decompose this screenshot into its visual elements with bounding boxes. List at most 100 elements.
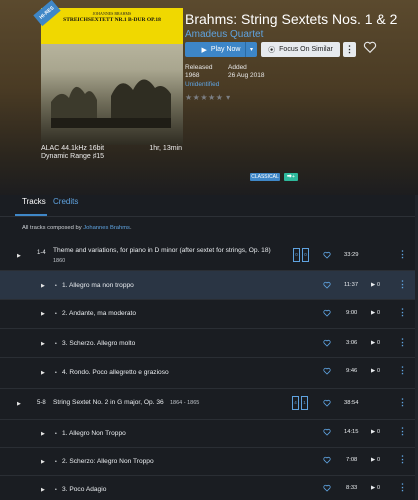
heart-icon[interactable] (323, 484, 331, 492)
play-work-icon[interactable]: ▶ (17, 401, 21, 407)
play-options-chevron-icon[interactable]: ▾ (245, 42, 257, 57)
work-duration: 33:29 (344, 252, 359, 258)
rating-stars[interactable]: ★★★★★ ▾ (185, 93, 231, 102)
track-bullet: • (55, 459, 57, 465)
heart-icon[interactable] (323, 281, 331, 289)
focus-on-similar-label: Focus On Similar (279, 46, 333, 53)
added-value: 26 Aug 2018 (228, 72, 265, 79)
play-track-icon[interactable]: ▶ (41, 459, 45, 465)
album-duration: 1hr, 13min (149, 145, 182, 152)
track-row[interactable]: ▶ • 1. Allegro ma non troppo 11:37 ▶ 0 ⋮ (0, 271, 418, 299)
work-title: String Sextet No. 2 in G major, Op. 36 (53, 399, 164, 406)
track-menu-icon[interactable]: ⋮ (398, 482, 407, 493)
tab-divider (0, 216, 418, 217)
track-duration: 14:15 (344, 429, 359, 435)
track-menu-icon[interactable]: ⋮ (398, 279, 407, 290)
favorite-heart-icon[interactable] (363, 40, 377, 54)
play-count: 0 (377, 485, 381, 491)
work-menu-icon[interactable]: ⋮ (398, 249, 407, 260)
play-now-button[interactable]: ▶ Play Now ▾ (185, 42, 257, 57)
album-cover[interactable]: JOHANNES BRAHMS STREICHSEXTETT NR.1 B-DU… (41, 8, 183, 145)
tab-credits[interactable]: Credits (53, 197, 78, 206)
cover-composer: JOHANNES BRAHMS (92, 11, 132, 16)
play-track-icon[interactable]: ▶ (41, 341, 45, 347)
play-count-icon: ▶ (371, 310, 376, 316)
track-row[interactable]: ▶ • 3. Poco Adagio 8:33 ▶ 0 ⋮ (0, 476, 418, 500)
play-now-label: Play Now (210, 46, 241, 53)
more-options-button[interactable]: ⋮ (343, 42, 356, 57)
play-track-icon[interactable]: ▶ (41, 370, 45, 376)
track-title: 1. Allegro ma non troppo (62, 282, 134, 289)
composer-note: All tracks composed by Johannes Brahms. (22, 225, 132, 231)
tab-tracks[interactable]: Tracks (22, 197, 46, 206)
track-bullet: • (55, 487, 57, 493)
focus-on-similar-button[interactable]: ⦿ Focus On Similar (261, 42, 340, 57)
work-row[interactable]: ▶ 1-4 Theme and variations, for piano in… (0, 241, 418, 269)
artist-link[interactable]: Amadeus Quartet (185, 29, 263, 40)
track-duration: 8:33 (346, 485, 358, 491)
heart-icon[interactable] (323, 456, 331, 464)
dynamic-range: Dynamic Range ♯15 (41, 153, 105, 160)
tab-bar: Tracks Credits (0, 195, 418, 217)
disc-indicator: 4 1 (292, 396, 308, 410)
heart-icon[interactable] (323, 428, 331, 436)
track-title: 3. Scherzo. Allegro molto (62, 340, 136, 347)
track-duration: 9:46 (346, 368, 358, 374)
play-track-icon[interactable]: ▶ (41, 431, 45, 437)
track-bullet: • (55, 370, 57, 376)
track-row[interactable]: ▶ • 2. Scherzo: Allegro Non Troppo 7:08 … (0, 448, 418, 474)
track-duration: 3:06 (346, 340, 358, 346)
play-count: 0 (377, 368, 381, 374)
composer-link[interactable]: Johannes Brahms (83, 225, 130, 231)
album-title: Brahms: String Sextets Nos. 1 & 2 (185, 11, 398, 27)
track-title: 1. Allegro Non Troppo (62, 430, 126, 437)
work-duration: 38:54 (344, 400, 359, 406)
track-bullet: • (55, 283, 57, 289)
work-year: 1864 - 1865 (170, 400, 200, 406)
cover-landscape (51, 79, 171, 128)
track-menu-icon[interactable]: ⋮ (398, 307, 407, 318)
play-track-icon[interactable]: ▶ (41, 487, 45, 493)
track-menu-icon[interactable]: ⋮ (398, 337, 407, 348)
track-duration: 11:37 (344, 282, 359, 288)
track-menu-icon[interactable]: ⋮ (398, 454, 407, 465)
released-value: 1968 (185, 72, 200, 79)
heart-icon[interactable] (323, 251, 331, 259)
work-index: 5-8 (37, 400, 46, 406)
play-count: 0 (377, 310, 381, 316)
play-count-icon: ▶ (371, 485, 376, 491)
play-count: 0 (377, 457, 381, 463)
cover-title: STREICHSEXTETT NR.1 B-DUR OP.18 (63, 17, 161, 23)
play-count-icon: ▶ (371, 340, 376, 346)
composer-note-suffix: . (129, 225, 132, 231)
track-duration: 9:00 (346, 310, 358, 316)
composer-note-prefix: All tracks composed by (22, 225, 84, 231)
track-row[interactable]: ▶ • 2. Andante, ma moderato 9:00 ▶ 0 ⋮ (0, 300, 418, 328)
work-menu-icon[interactable]: ⋮ (398, 397, 407, 408)
work-row[interactable]: ▶ 5-8 String Sextet No. 2 in G major, Op… (0, 389, 418, 419)
released-label: Released (185, 64, 213, 71)
track-menu-icon[interactable]: ⋮ (398, 365, 407, 376)
heart-icon[interactable] (323, 339, 331, 347)
disc-right: 0 (302, 248, 309, 262)
heart-icon[interactable] (323, 399, 331, 407)
work-index: 1-4 (37, 250, 46, 256)
add-tag-button[interactable]: ⮕+ (284, 173, 298, 181)
work-title: Theme and variations, for piano in D min… (53, 247, 271, 254)
track-bullet: • (55, 311, 57, 317)
play-work-icon[interactable]: ▶ (17, 253, 21, 259)
disc-indicator: 0 0 (293, 248, 309, 262)
track-row[interactable]: ▶ • 4. Rondo. Poco allegretto e grazioso… (0, 358, 418, 386)
play-count: 0 (377, 340, 381, 346)
play-track-icon[interactable]: ▶ (41, 311, 45, 317)
unidentified-link[interactable]: Unidentified (185, 81, 219, 88)
heart-icon[interactable] (323, 309, 331, 317)
track-row[interactable]: ▶ • 3. Scherzo. Allegro molto 3:06 ▶ 0 ⋮ (0, 329, 418, 357)
track-row[interactable]: ▶ • 1. Allegro Non Troppo 14:15 ▶ 0 ⋮ (0, 420, 418, 446)
track-title: 3. Poco Adagio (62, 486, 107, 493)
genre-tag-classical[interactable]: CLASSICAL (250, 173, 280, 181)
play-track-icon[interactable]: ▶ (41, 283, 45, 289)
play-count-icon: ▶ (371, 457, 376, 463)
track-menu-icon[interactable]: ⋮ (398, 426, 407, 437)
heart-icon[interactable] (323, 367, 331, 375)
